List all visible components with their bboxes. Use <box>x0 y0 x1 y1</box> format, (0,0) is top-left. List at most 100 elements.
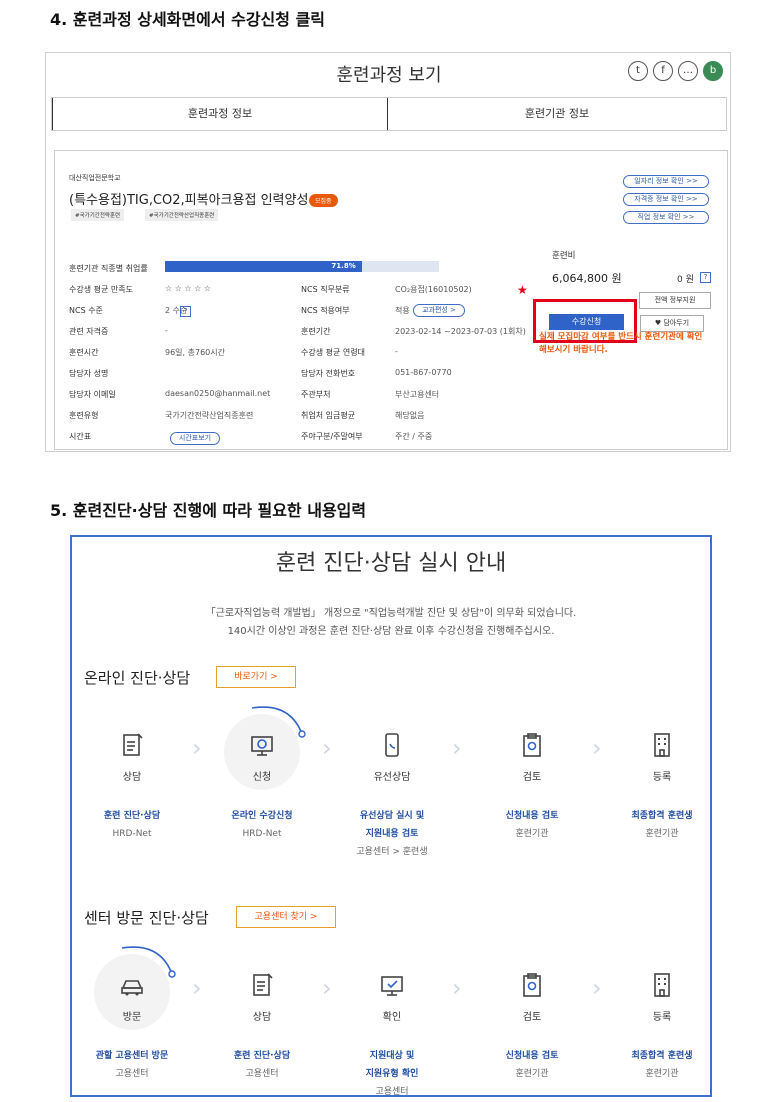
step-description: 온라인 수강신청 <box>231 811 293 821</box>
info-row-value: 051-867-0770 <box>395 368 452 377</box>
step-label: 등록 <box>652 1012 672 1023</box>
step-label: 검토 <box>522 772 542 783</box>
status-badge: 모집중 <box>309 194 338 207</box>
step5-title: 5. 훈련진단·상담 진행에 따라 필요한 내용입력 <box>50 501 367 520</box>
chevron-right-icon: › <box>592 734 602 762</box>
tag[interactable]: #국가기간전략산업직종훈련 <box>145 209 219 221</box>
wishlist-button[interactable]: ♥ 담아두기 <box>640 315 704 332</box>
facebook-icon[interactable]: f <box>653 61 673 81</box>
clipboard-check-icon <box>512 730 552 770</box>
step4-title: 4. 훈련과정 상세화면에서 수강신청 클릭 <box>50 10 326 29</box>
step-label: 신청 <box>252 772 272 783</box>
find-center-button[interactable]: 고용센터 찾기 > <box>236 906 336 928</box>
step-description: 관할 고용센터 방문 <box>95 1051 169 1061</box>
step-description: 지원유형 확인 <box>365 1069 419 1079</box>
info-row-label: 수강생 평균 연령대 <box>301 348 365 357</box>
step-description: 신청내용 검토 <box>505 1051 559 1061</box>
job-info-link[interactable]: 일자리 정보 확인 >> <box>623 175 709 188</box>
self-pay-help[interactable]: ? <box>700 272 711 283</box>
step-label: 확인 <box>382 1012 402 1023</box>
step-owner: 고용센터 > 훈련생 <box>356 847 428 857</box>
info-row-value: - <box>395 347 398 356</box>
info-row-label: 훈련시간 <box>69 348 99 357</box>
step-owner: 고용센터 <box>115 1069 149 1079</box>
employment-rate-label: 훈련기관 직종별 취업률 <box>69 264 148 273</box>
step-description: 훈련 진단·상담 <box>103 811 161 821</box>
info-row-label: 담당자 전화번호 <box>301 369 356 378</box>
chevron-right-icon: › <box>322 734 332 762</box>
info-row-value: 2023-02-14 ~2023-07-03 (1회차) <box>395 327 526 336</box>
consulting-guide-title: 훈련 진단·상담 실시 안내 <box>275 551 507 576</box>
employment-rate-bar: 71.8% <box>165 261 439 272</box>
info-row-value: 국가기간전략산업직종훈련 <box>165 411 254 420</box>
timetable-button[interactable]: 시간표보기 <box>170 432 220 445</box>
tag[interactable]: #국가기간전략훈련 <box>71 209 125 221</box>
info-row-label: 훈련기간 <box>301 327 331 336</box>
step-owner: HRD-Net <box>242 829 282 839</box>
online-section-title: 온라인 진단·상담 <box>84 669 191 687</box>
info-row-value: 부산고용센터 <box>395 390 440 399</box>
document-edit-icon <box>242 970 282 1010</box>
chevron-right-icon: › <box>192 734 202 762</box>
certificate-info-link[interactable]: 자격증 정보 확인 >> <box>623 193 709 206</box>
highlight-star-icon: ★ <box>517 283 528 297</box>
institution-name: 대산직업전문학교 <box>69 174 121 182</box>
step-description: 지원대상 및 <box>369 1051 415 1061</box>
info-row-label: 담당자 성명 <box>69 369 109 378</box>
info-row-label: 시간표 <box>69 432 92 441</box>
step-label: 등록 <box>652 772 672 783</box>
step-owner: 훈련기관 <box>645 829 679 839</box>
twitter-icon[interactable]: t <box>628 61 648 81</box>
step-label: 검토 <box>522 1012 542 1023</box>
info-row-label: 주야구분/주말여부 <box>301 432 363 441</box>
chevron-right-icon: › <box>452 734 462 762</box>
talk-icon[interactable]: … <box>678 61 698 81</box>
building-icon <box>642 730 682 770</box>
info-row-label: 수강생 평균 만족도 <box>69 285 133 294</box>
info-row-label: NCS 적용여부 <box>301 306 350 315</box>
info-row-value: daesan0250@hanmail.net <box>165 389 271 398</box>
consulting-guide-panel: 훈련 진단·상담 실시 안내 「근로자직업능력 개발법」 개정으로 "직업능력개… <box>70 535 712 1097</box>
fee-value: 6,064,800 원 <box>552 272 622 285</box>
chevron-right-icon: › <box>452 974 462 1002</box>
info-row-value: 96일, 총760시간 <box>165 348 225 357</box>
visit-section-title: 센터 방문 진단·상담 <box>84 909 209 927</box>
tab-bar: 훈련과정 정보 훈련기관 정보 <box>51 97 727 131</box>
online-go-button[interactable]: 바로가기 > <box>216 666 296 688</box>
info-row-value: CO₂용접(16010502) <box>395 285 472 294</box>
step-description: 유선상담 실시 및 <box>359 811 425 821</box>
info-row-label: 담당자 이메일 <box>69 390 116 399</box>
step-description: 최종합격 훈련생 <box>631 811 693 821</box>
monitor-plus-icon <box>242 730 282 770</box>
clipboard-check-icon <box>512 970 552 1010</box>
self-pay-value: 0 원 <box>677 275 694 285</box>
course-info-box: 대산직업전문학교 (특수용접)TIG,CO2,피복아크용접 인력양성 모집중 #… <box>54 150 728 450</box>
step-owner: 고용센터 <box>375 1087 409 1097</box>
step-owner: 훈련기관 <box>645 1069 679 1079</box>
step-owner: 고용센터 <box>245 1069 279 1079</box>
apply-button[interactable]: 수강신청 <box>549 314 624 330</box>
step-label: 상담 <box>252 1012 272 1023</box>
career-info-link[interactable]: 직업 정보 확인 >> <box>623 211 709 224</box>
deadline-notice: 실제 모집마감 여부를 반드시 훈련기관에 확인해보시기 바랍니다. <box>539 332 703 355</box>
info-row-label: NCS 직무분류 <box>301 285 350 294</box>
band-icon[interactable]: b <box>703 61 723 81</box>
course-detail-panel: 훈련과정 보기 t f … b 훈련과정 정보 훈련기관 정보 대산직업전문학교… <box>45 52 731 452</box>
info-row-label: 취업처 임금평균 <box>301 411 356 420</box>
chevron-right-icon: › <box>322 974 332 1002</box>
info-row-value: ☆ ☆ ☆ ☆ ☆ <box>165 284 212 293</box>
step-description: 신청내용 검토 <box>505 811 559 821</box>
tab-course-info[interactable]: 훈련과정 정보 <box>52 98 388 130</box>
info-row-value: 적용 <box>395 306 410 315</box>
step-description: 최종합격 훈련생 <box>631 1051 693 1061</box>
step-description: 훈련 진단·상담 <box>233 1051 291 1061</box>
ncs-level-help[interactable]: ? <box>180 306 191 317</box>
tab-institution-info[interactable]: 훈련기관 정보 <box>388 98 726 130</box>
step-owner: HRD-Net <box>112 829 152 839</box>
full-support-button[interactable]: 전액 정부지원 <box>639 292 711 309</box>
step-owner: 훈련기관 <box>515 1069 549 1079</box>
chevron-right-icon: › <box>192 974 202 1002</box>
info-row-label: 주관부처 <box>301 390 331 399</box>
curriculum-button[interactable]: 교과편성 > <box>413 304 465 317</box>
document-edit-icon <box>112 730 152 770</box>
